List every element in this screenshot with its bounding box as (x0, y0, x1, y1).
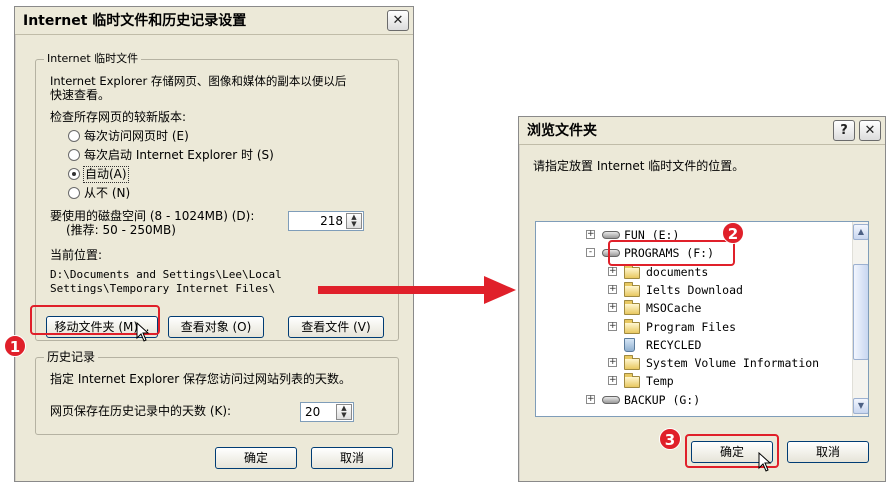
history-days-stepper[interactable]: 20 ▲ ▼ (300, 402, 354, 422)
expand-icon[interactable]: + (608, 321, 617, 331)
callout-badge-3: 3 (659, 428, 681, 450)
callout-badge-2: 2 (722, 222, 744, 244)
tree-item-label[interactable]: Program Files (646, 318, 736, 336)
collapse-icon[interactable]: - (586, 248, 595, 258)
tree-scrollbar[interactable]: ▲ ▼ (852, 222, 868, 416)
expand-icon[interactable]: + (608, 266, 617, 276)
mouse-pointer-icon (136, 322, 150, 342)
arrow-right-icon (318, 276, 516, 304)
dialog-title: Internet 临时文件和历史记录设置 (15, 7, 413, 35)
folder-icon (624, 318, 640, 334)
temp-files-legend: Internet 临时文件 (44, 52, 142, 66)
history-days-label: 网页保存在历史记录中的天数 (K): (50, 404, 232, 418)
spin-arrows-icon[interactable]: ▲ ▼ (346, 213, 362, 229)
radio-never[interactable] (68, 187, 80, 199)
callout-badge-1: 1 (4, 335, 26, 357)
history-description: 指定 Internet Explorer 保存您访问过网站列表的天数。 (50, 372, 352, 386)
radio-automatic-label[interactable]: 自动(A) (83, 166, 129, 183)
folder-icon (624, 281, 640, 297)
expand-icon[interactable]: + (586, 230, 595, 239)
tree-item[interactable]: RECYCLED (536, 336, 846, 354)
current-location-line2: Settings\Temporary Internet Files\ (50, 282, 276, 295)
expand-icon[interactable]: + (608, 376, 617, 386)
browse-folder-dialog: 浏览文件夹 ? ✕ 请指定放置 Internet 临时文件的位置。 + FUN (… (518, 116, 886, 482)
ok-button[interactable]: 确定 (215, 447, 297, 469)
tree-item-label[interactable]: System Volume Information (646, 354, 819, 372)
cancel-button[interactable]: 取消 (311, 447, 393, 469)
scroll-thumb[interactable] (853, 264, 868, 360)
scroll-up-icon[interactable]: ▲ (853, 224, 868, 240)
view-files-button[interactable]: 查看文件 (V) (288, 316, 384, 338)
current-location-line1: D:\Documents and Settings\Lee\Local (50, 268, 282, 281)
history-group: 历史记录 指定 Internet Explorer 保存您访问过网站列表的天数。… (35, 350, 399, 435)
disk-space-stepper[interactable]: 218 ▲ ▼ (288, 211, 364, 231)
history-days-value: 20 (305, 405, 321, 419)
history-legend: 历史记录 (44, 350, 99, 364)
current-location-label: 当前位置: (50, 248, 103, 262)
disk-space-label-line1: 要使用的磁盘空间 (8 - 1024MB) (D): (50, 209, 255, 223)
tree-item-label[interactable]: MSOCache (646, 299, 701, 317)
tree-item[interactable]: + Ielts Download (536, 281, 846, 299)
expand-icon[interactable]: + (608, 358, 617, 368)
tree-item-label[interactable]: RECYCLED (646, 336, 701, 354)
mouse-pointer-icon (758, 452, 772, 472)
close-icon[interactable]: ✕ (859, 120, 881, 141)
tree-item[interactable]: + Temp (536, 372, 846, 390)
tree-item[interactable]: + MSOCache (536, 299, 846, 317)
drive-icon (602, 395, 620, 404)
check-newer-label: 检查所存网页的较新版本: (50, 110, 187, 124)
disk-space-value: 218 (320, 214, 343, 228)
tree-item-label[interactable]: Temp (646, 372, 674, 390)
recycle-bin-icon (624, 337, 635, 352)
tree-item[interactable]: + System Volume Information (536, 354, 846, 372)
radio-every-visit-label[interactable]: 每次访问网页时 (E) (84, 129, 189, 144)
temp-files-settings-dialog: Internet 临时文件和历史记录设置 ✕ Internet 临时文件 Int… (14, 6, 414, 482)
radio-every-start-label[interactable]: 每次启动 Internet Explorer 时 (S) (84, 148, 274, 163)
temp-files-description-line2: 快速查看。 (50, 88, 111, 102)
close-icon[interactable]: ✕ (387, 10, 409, 31)
tree-item[interactable]: + BACKUP (G:) (536, 391, 846, 409)
folder-icon (624, 373, 640, 389)
spin-arrows-icon[interactable]: ▲ ▼ (336, 404, 352, 420)
radio-never-label[interactable]: 从不 (N) (84, 186, 130, 201)
browse-prompt: 请指定放置 Internet 临时文件的位置。 (533, 159, 745, 173)
tree-item-label[interactable]: Ielts Download (646, 281, 743, 299)
browse-cancel-button[interactable]: 取消 (787, 441, 869, 463)
help-icon[interactable]: ? (833, 120, 855, 141)
radio-every-start[interactable] (68, 149, 80, 161)
tree-item[interactable]: + Program Files (536, 318, 846, 336)
radio-automatic[interactable] (68, 168, 80, 180)
tree-item-label[interactable]: BACKUP (G:) (624, 391, 700, 409)
view-objects-button[interactable]: 查看对象 (O) (168, 316, 264, 338)
folder-icon (624, 263, 640, 279)
expand-icon[interactable]: + (608, 303, 617, 313)
expand-icon[interactable]: + (586, 394, 595, 404)
expand-icon[interactable]: + (608, 284, 617, 294)
radio-every-visit[interactable] (68, 130, 80, 142)
temp-files-description-line1: Internet Explorer 存储网页、图像和媒体的副本以便以后 (50, 74, 347, 88)
disk-space-label-line2: (推荐: 50 - 250MB) (66, 223, 176, 237)
drive-icon (602, 231, 620, 239)
programs-drive-highlight (608, 240, 735, 266)
folder-icon (624, 355, 640, 371)
browse-dialog-title: 浏览文件夹 (519, 117, 885, 145)
scroll-down-icon[interactable]: ▼ (853, 398, 868, 414)
folder-icon (624, 300, 640, 316)
